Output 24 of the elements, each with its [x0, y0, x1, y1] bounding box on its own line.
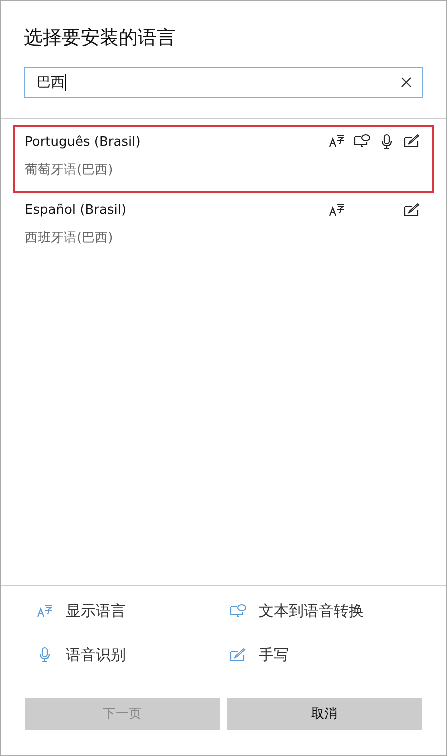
- language-item[interactable]: Español (Brasil) 西班牙语(巴西): [13, 193, 434, 261]
- monitor-speech-icon: [354, 134, 370, 149]
- language-native-name: 西班牙语(巴西): [25, 230, 114, 247]
- microphone-icon: [381, 134, 393, 150]
- legend-label: 显示语言: [66, 602, 126, 620]
- close-icon[interactable]: [401, 77, 412, 88]
- language-native-name: 葡萄牙语(巴西): [25, 162, 114, 179]
- legend-label: 语音识别: [66, 646, 126, 664]
- pen-icon: [404, 134, 420, 148]
- monitor-speech-icon: [230, 604, 246, 618]
- pen-icon: [404, 203, 420, 217]
- language-name: Português (Brasil): [25, 134, 141, 150]
- pen-icon: [230, 648, 246, 662]
- font-icon: [37, 604, 53, 618]
- highlighted-language-item[interactable]: Português (Brasil) 葡萄牙语(巴西): [13, 125, 434, 193]
- language-name: Español (Brasil): [25, 202, 127, 218]
- legend-label: 手写: [259, 646, 289, 664]
- microphone-icon: [39, 647, 51, 663]
- legend-label: 文本到语音转换: [259, 602, 364, 620]
- search-field[interactable]: 巴西: [24, 67, 423, 98]
- dialog-title: 选择要安装的语言: [23, 26, 177, 51]
- font-icon: [329, 203, 345, 217]
- cancel-button[interactable]: 取消: [227, 698, 422, 730]
- font-icon: [329, 134, 345, 148]
